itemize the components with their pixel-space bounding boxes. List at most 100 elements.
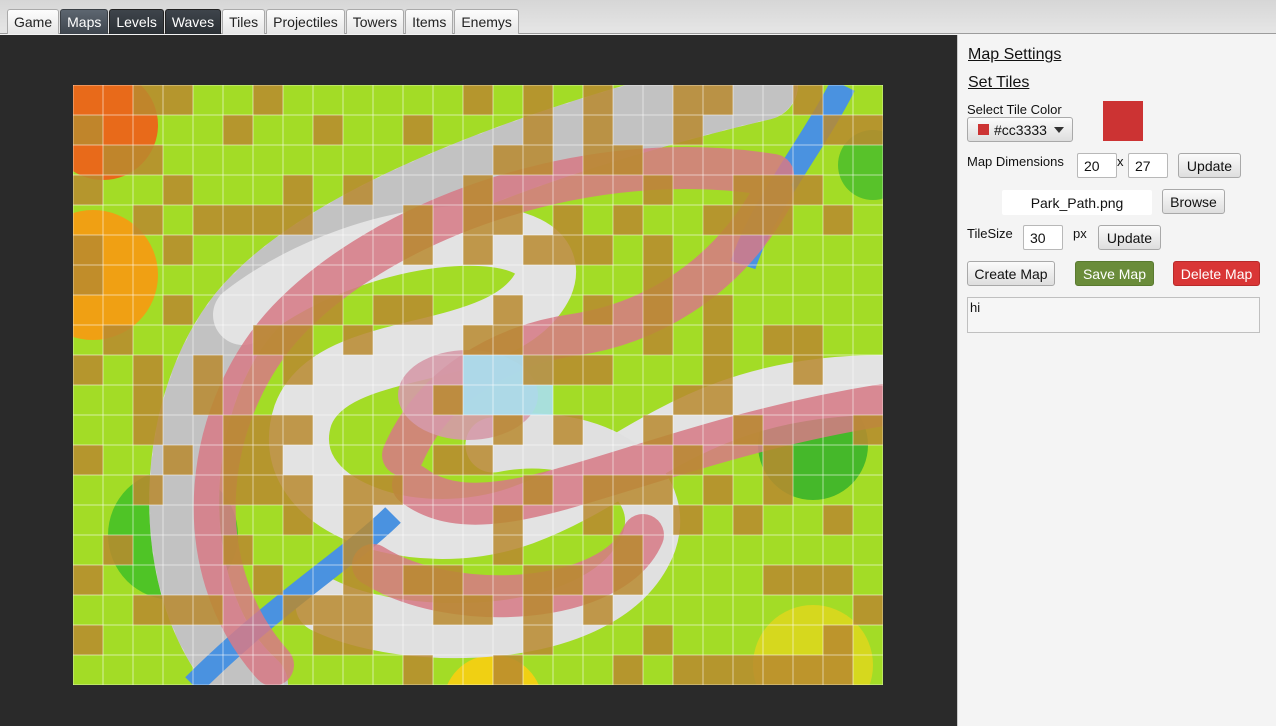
blocked-tile <box>523 115 553 145</box>
map-grid[interactable] <box>73 85 883 685</box>
blocked-tile <box>73 445 103 475</box>
blocked-tile <box>283 505 313 535</box>
blocked-tile <box>433 565 463 595</box>
blocked-tile <box>193 595 223 625</box>
blocked-tile <box>343 595 373 625</box>
blocked-tile <box>703 205 733 235</box>
blocked-tile <box>463 175 493 205</box>
blocked-tile <box>763 205 793 235</box>
tab-projectiles[interactable]: Projectiles <box>266 9 345 34</box>
map-width-input[interactable]: 20 <box>1077 153 1117 178</box>
blocked-tile <box>583 475 613 505</box>
blocked-tile <box>703 655 733 685</box>
blocked-tile <box>523 475 553 505</box>
tab-towers[interactable]: Towers <box>345 9 405 34</box>
tab-game[interactable]: Game <box>7 9 60 34</box>
blocked-tile <box>643 415 673 445</box>
grid-lines <box>73 85 883 685</box>
blocked-tile <box>73 235 103 265</box>
blocked-tile <box>313 625 343 655</box>
blocked-tile <box>643 625 673 655</box>
tab-items[interactable]: Items <box>405 9 454 34</box>
color-chip-icon <box>978 124 989 135</box>
blocked-tile <box>343 505 373 535</box>
blocked-tile <box>283 595 313 625</box>
map-image[interactable] <box>73 85 883 685</box>
blocked-tile <box>643 295 673 325</box>
blocked-tile <box>283 205 313 235</box>
blocked-tile <box>493 535 523 565</box>
tab-enemys[interactable]: Enemys <box>454 9 519 34</box>
blocked-tile <box>763 445 793 475</box>
blocked-tile <box>73 115 103 145</box>
blocked-tile <box>763 175 793 205</box>
blocked-tile <box>133 85 163 115</box>
blocked-tile <box>823 625 853 655</box>
blocked-tile <box>223 535 253 565</box>
blocked-tile <box>583 115 613 145</box>
map-height-input[interactable]: 27 <box>1128 153 1168 178</box>
blocked-tile <box>613 145 643 175</box>
blocked-tile <box>673 115 703 145</box>
tab-levels[interactable]: Levels <box>109 9 164 34</box>
tab-maps[interactable]: Maps <box>60 9 109 34</box>
blocked-tile <box>673 655 703 685</box>
blocked-tile <box>163 445 193 475</box>
save-map-button[interactable]: Save Map <box>1075 261 1154 286</box>
dimension-separator: x <box>1117 154 1124 169</box>
blocked-tile <box>763 325 793 355</box>
blocked-tile <box>163 85 193 115</box>
blocked-tile <box>343 325 373 355</box>
select-tile-color-label: Select Tile Color <box>967 102 1062 117</box>
px-unit-label: px <box>1073 226 1087 241</box>
chevron-down-icon <box>1054 127 1064 133</box>
blocked-tile <box>163 235 193 265</box>
update-dimensions-button[interactable]: Update <box>1178 153 1241 178</box>
blocked-tile <box>763 475 793 505</box>
blocked-tile <box>163 595 193 625</box>
blocked-tile <box>493 415 523 445</box>
blocked-tile <box>733 175 763 205</box>
tile-color-picker[interactable]: #cc3333 <box>967 117 1073 142</box>
blocked-tile <box>643 265 673 295</box>
blocked-tile <box>463 85 493 115</box>
create-map-button[interactable]: Create Map <box>967 261 1055 286</box>
blocked-tile <box>643 235 673 265</box>
update-tilesize-button[interactable]: Update <box>1098 225 1161 250</box>
blocked-tile <box>583 295 613 325</box>
blocked-tile <box>403 115 433 145</box>
tab-list: Game Maps Levels Waves Tiles Projectiles… <box>7 9 520 34</box>
tab-tiles[interactable]: Tiles <box>222 9 266 34</box>
blocked-tile <box>613 535 643 565</box>
blocked-tile <box>823 505 853 535</box>
blocked-tile <box>673 505 703 535</box>
tab-waves[interactable]: Waves <box>164 9 222 34</box>
map-file-field[interactable]: Park_Path.png <box>1002 190 1152 215</box>
blocked-tile <box>823 115 853 145</box>
delete-map-button[interactable]: Delete Map <box>1173 261 1260 286</box>
browse-button[interactable]: Browse <box>1162 189 1225 214</box>
blocked-tile <box>103 145 133 175</box>
notes-textarea[interactable]: hi <box>967 297 1260 333</box>
map-settings-panel: Map Settings Set Tiles Select Tile Color… <box>957 35 1276 726</box>
blocked-tile <box>523 85 553 115</box>
set-tiles-heading: Set Tiles <box>968 74 1030 91</box>
blocked-tile <box>823 205 853 235</box>
blocked-tile <box>763 655 793 685</box>
blocked-tile <box>523 145 553 175</box>
tilesize-input[interactable]: 30 <box>1023 225 1063 250</box>
blocked-tile <box>613 205 643 235</box>
blocked-tile <box>343 175 373 205</box>
blocked-tile <box>583 355 613 385</box>
blocked-tile <box>223 445 253 475</box>
blocked-tile <box>643 475 673 505</box>
blocked-tile <box>703 85 733 115</box>
blocked-tile <box>673 445 703 475</box>
blocked-tile <box>673 385 703 415</box>
map-settings-heading: Map Settings <box>968 46 1062 63</box>
blocked-tile <box>613 565 643 595</box>
blocked-tile <box>703 325 733 355</box>
blocked-tile <box>583 145 613 175</box>
blocked-tile <box>613 475 643 505</box>
blocked-tile <box>433 595 463 625</box>
